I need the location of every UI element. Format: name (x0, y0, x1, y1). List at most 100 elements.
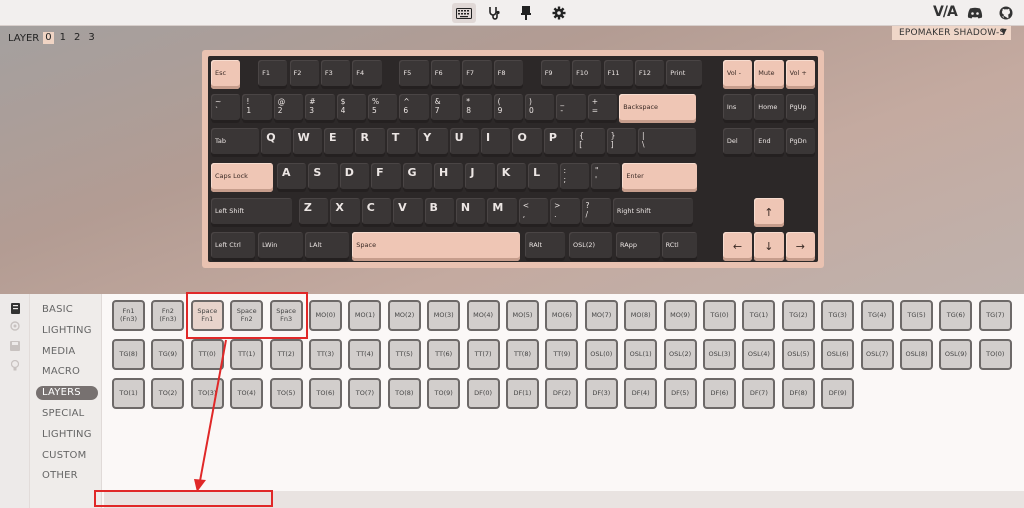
key-g[interactable]: G (402, 163, 432, 192)
key-t[interactable]: T (386, 128, 417, 157)
key-3[interactable]: #3 (305, 94, 335, 123)
keycode-tg-5[interactable]: TG(5) (900, 300, 933, 331)
key-6[interactable]: ^ 6 (399, 94, 429, 123)
key-lwin[interactable]: LWin (258, 232, 304, 261)
key--[interactable]: → (785, 232, 815, 261)
github-icon[interactable] (994, 3, 1018, 23)
keycode-tt-3[interactable]: TT(3) (309, 339, 342, 370)
key-5[interactable]: % 5 (368, 94, 398, 123)
keycode-osl-9[interactable]: OSL(9) (939, 339, 973, 370)
keycode-tt-4[interactable]: TT(4) (348, 339, 382, 370)
key-f1[interactable]: F1 (258, 60, 288, 89)
key-.[interactable]: >. (550, 198, 580, 227)
key-u[interactable]: U (449, 128, 480, 157)
keycode-tg-0[interactable]: TG(0) (703, 300, 736, 331)
keycode-to-4[interactable]: TO(4) (230, 378, 264, 409)
key-'[interactable]: " ' (590, 163, 621, 192)
key-/[interactable]: ? / (581, 198, 611, 227)
keycode-df-9[interactable]: DF(9) (821, 378, 855, 409)
keycode-df-5[interactable]: DF(5) (663, 378, 697, 409)
layer-3-button[interactable]: 3 (86, 32, 96, 44)
keycode-to-5[interactable]: TO(5) (269, 378, 303, 409)
stethoscope-icon[interactable] (483, 3, 507, 23)
keycode-space-fn1[interactable]: Space Fn1 (190, 300, 224, 331)
key-left-shift[interactable]: Left Shift (211, 198, 293, 227)
key-end[interactable]: End (754, 128, 784, 157)
key-d[interactable]: D (339, 163, 370, 192)
keycode-tt-1[interactable]: TT(1) (230, 339, 264, 370)
keycode-to-8[interactable]: TO(8) (387, 378, 421, 409)
keycode-mo-8[interactable]: MO(8) (624, 300, 658, 331)
key-f6[interactable]: F6 (430, 60, 461, 89)
keycode-tg-9[interactable]: TG(9) (151, 339, 185, 370)
keycode-osl-3[interactable]: OSL(3) (703, 339, 736, 370)
keycode-mo-5[interactable]: MO(5) (506, 300, 539, 331)
keycode-tg-3[interactable]: TG(3) (821, 300, 855, 331)
keycode-tt-7[interactable]: TT(7) (466, 339, 500, 370)
keycode-df-0[interactable]: DF(0) (466, 378, 500, 409)
category-other[interactable]: OTHER (36, 469, 98, 483)
key-ins[interactable]: Ins (722, 94, 753, 123)
layer-2-button[interactable]: 2 (72, 32, 82, 44)
keycode-to-9[interactable]: TO(9) (427, 378, 461, 409)
key-left-ctrl[interactable]: Left Ctrl (211, 232, 255, 261)
discord-icon[interactable] (963, 3, 987, 23)
keycode-osl-2[interactable]: OSL(2) (663, 339, 697, 370)
keycode-df-7[interactable]: DF(7) (742, 378, 776, 409)
key-enter[interactable]: Enter (622, 163, 698, 192)
category-macro[interactable]: MACRO (36, 365, 98, 379)
key-lalt[interactable]: LAlt (305, 232, 349, 261)
key-8[interactable]: * 8 (462, 94, 492, 123)
key-space[interactable]: Space (352, 232, 520, 261)
keycode-mo-2[interactable]: MO(2) (387, 300, 421, 331)
gear-icon[interactable] (547, 3, 571, 23)
keycode-fn1-fn3[interactable]: Fn1 (Fn3) (112, 300, 145, 331)
key-l[interactable]: L (528, 163, 558, 192)
key-home[interactable]: Home (754, 94, 784, 123)
keycode-tt-6[interactable]: TT(6) (427, 339, 461, 370)
key-f4[interactable]: F4 (352, 60, 382, 89)
keycode-mo-6[interactable]: MO(6) (545, 300, 579, 331)
key-f2[interactable]: F2 (289, 60, 319, 89)
keycode-df-1[interactable]: DF(1) (506, 378, 539, 409)
key-backspace[interactable]: Backspace (619, 94, 696, 123)
keycode-to-0[interactable]: TO(0) (978, 339, 1012, 370)
keycode-fn2-fn3[interactable]: Fn2 (Fn3) (151, 300, 185, 331)
keycode-to-2[interactable]: TO(2) (151, 378, 185, 409)
bulb-icon[interactable] (9, 359, 21, 371)
key-pgdn[interactable]: PgDn (785, 128, 815, 157)
key-x[interactable]: X (330, 198, 360, 227)
key-z[interactable]: Z (298, 198, 329, 227)
key-f12[interactable]: F12 (634, 60, 665, 89)
key-tab[interactable]: Tab (211, 128, 260, 157)
key-4[interactable]: $4 (336, 94, 366, 123)
category-media[interactable]: MEDIA (36, 345, 98, 359)
key-0[interactable]: ) 0 (525, 94, 555, 123)
key-9[interactable]: (9 (493, 94, 523, 123)
key-2[interactable]: @2 (273, 94, 304, 123)
keycode-osl-6[interactable]: OSL(6) (821, 339, 855, 370)
keycode-tt-8[interactable]: TT(8) (506, 339, 539, 370)
keycode-df-2[interactable]: DF(2) (545, 378, 579, 409)
key-f7[interactable]: F7 (462, 60, 492, 89)
keycode-tt-9[interactable]: TT(9) (545, 339, 579, 370)
keycode-to-7[interactable]: TO(7) (348, 378, 382, 409)
key-vol-[interactable]: Vol - (722, 60, 753, 89)
key-rapp[interactable]: RApp (616, 232, 660, 261)
key-7[interactable]: & 7 (430, 94, 461, 123)
keycode-mo-9[interactable]: MO(9) (663, 300, 697, 331)
keycode-tt-2[interactable]: TT(2) (269, 339, 303, 370)
keycode-to-1[interactable]: TO(1) (112, 378, 145, 409)
key--[interactable]: ↓ (754, 232, 784, 261)
category-custom[interactable]: CUSTOM (36, 449, 98, 463)
key-[[interactable]: {[ (575, 128, 605, 157)
key-f11[interactable]: F11 (603, 60, 633, 89)
key-esc[interactable]: Esc (211, 60, 241, 89)
key-][interactable]: }] (606, 128, 637, 157)
lighting-icon[interactable] (9, 320, 21, 332)
key-,[interactable]: <, (518, 198, 549, 227)
key--[interactable]: ← (722, 232, 753, 261)
keycode-space-fn3[interactable]: Space Fn3 (269, 300, 303, 331)
key-y[interactable]: Y (418, 128, 448, 157)
keycode-osl-7[interactable]: OSL(7) (860, 339, 894, 370)
